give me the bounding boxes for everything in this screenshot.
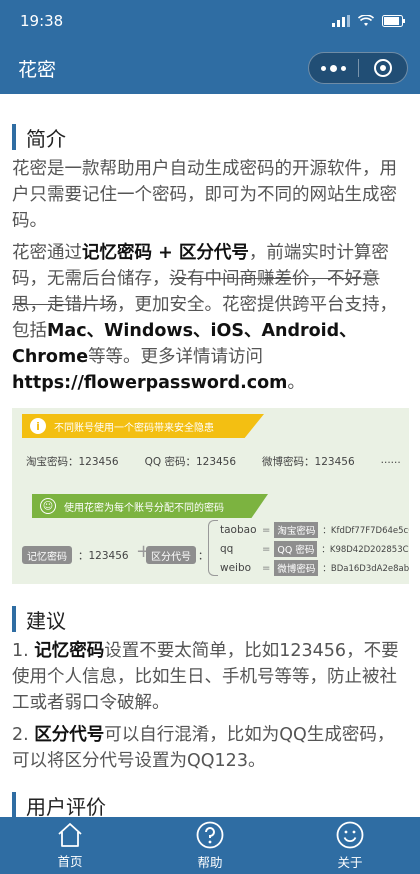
app-title: 花密 [18, 58, 57, 81]
main-content: 简介 花密是一款帮助用户自动生成密码的开源软件，用户只需要记住一个密码，即可为不… [0, 94, 420, 817]
brace-connector [208, 520, 218, 576]
mini-program-capsule [308, 52, 408, 84]
website-url: https://flowerpassword.com [12, 373, 288, 393]
advice-item-1: 1. 记忆密码设置不要太简单，比如123456，不要使用个人信息，比如生日、手机… [12, 641, 399, 713]
bottom-tab-bar: 首页 帮助 关于 [0, 817, 420, 874]
title-bar: 花密 [0, 42, 420, 94]
info-icon: i [30, 418, 46, 434]
flower-password-illustration: i 不同账号使用一个密码带来安全隐患 淘宝密码：123456 QQ 密码：123… [12, 408, 409, 584]
status-time: 19:38 [20, 12, 64, 30]
solution-banner: ☺ 使用花密为每个账号分配不同的密码 [32, 494, 268, 518]
tab-home[interactable]: 首页 [0, 817, 140, 874]
smile-icon: ☺ [40, 498, 56, 514]
close-mini-program-button[interactable] [359, 53, 407, 83]
tab-about[interactable]: 关于 [280, 817, 420, 874]
same-password-row: 淘宝密码：123456 QQ 密码：123456 微博密码：123456 ...… [26, 454, 401, 468]
distinguish-code-chip: 区分代号 [146, 546, 196, 564]
advice-heading: 建议 [12, 606, 408, 633]
intro-paragraph-1: 花密是一款帮助用户自动生成密码的开源软件，用户只需要记住一个密码，即可为不同的网… [12, 159, 397, 231]
target-icon [373, 59, 392, 77]
warning-banner: i 不同账号使用一个密码带来安全隐患 [22, 414, 264, 438]
more-menu-button[interactable] [309, 53, 358, 83]
intro-heading: 简介 [12, 124, 408, 151]
advice-item-2: 2. 区分代号可以自行混淆，比如为QQ生成密码，可以将区分代号设置为QQ123。 [12, 725, 395, 771]
smiley-icon [336, 821, 364, 848]
intro-paragraph-2: 花密通过记忆密码 + 区分代号，前端实时计算密码，无需后台储存，没有中间商赚差价… [12, 243, 397, 393]
memory-password-chip: 记忆密码 [22, 546, 72, 564]
home-icon [58, 822, 82, 847]
result-row: qq=QQ 密码：K98D42D202853Ce2 [220, 541, 409, 557]
help-icon [196, 821, 224, 848]
battery-icon [382, 15, 405, 27]
signal-icon [332, 15, 350, 27]
wifi-icon [358, 15, 374, 26]
review-heading: 用户评价 [12, 792, 408, 817]
memory-password-value: ：123456 [78, 549, 129, 562]
status-icons [332, 15, 406, 27]
tab-help[interactable]: 帮助 [140, 817, 280, 874]
result-row: weibo=微博密码：BDa16D3dA2e8abF8 [220, 560, 409, 576]
result-row: taobao = 淘宝密码 ：KfdDf77F7D64e5c0 [220, 522, 409, 538]
status-bar: 19:38 [0, 0, 420, 42]
distinguish-code-colon: ： [198, 549, 209, 562]
